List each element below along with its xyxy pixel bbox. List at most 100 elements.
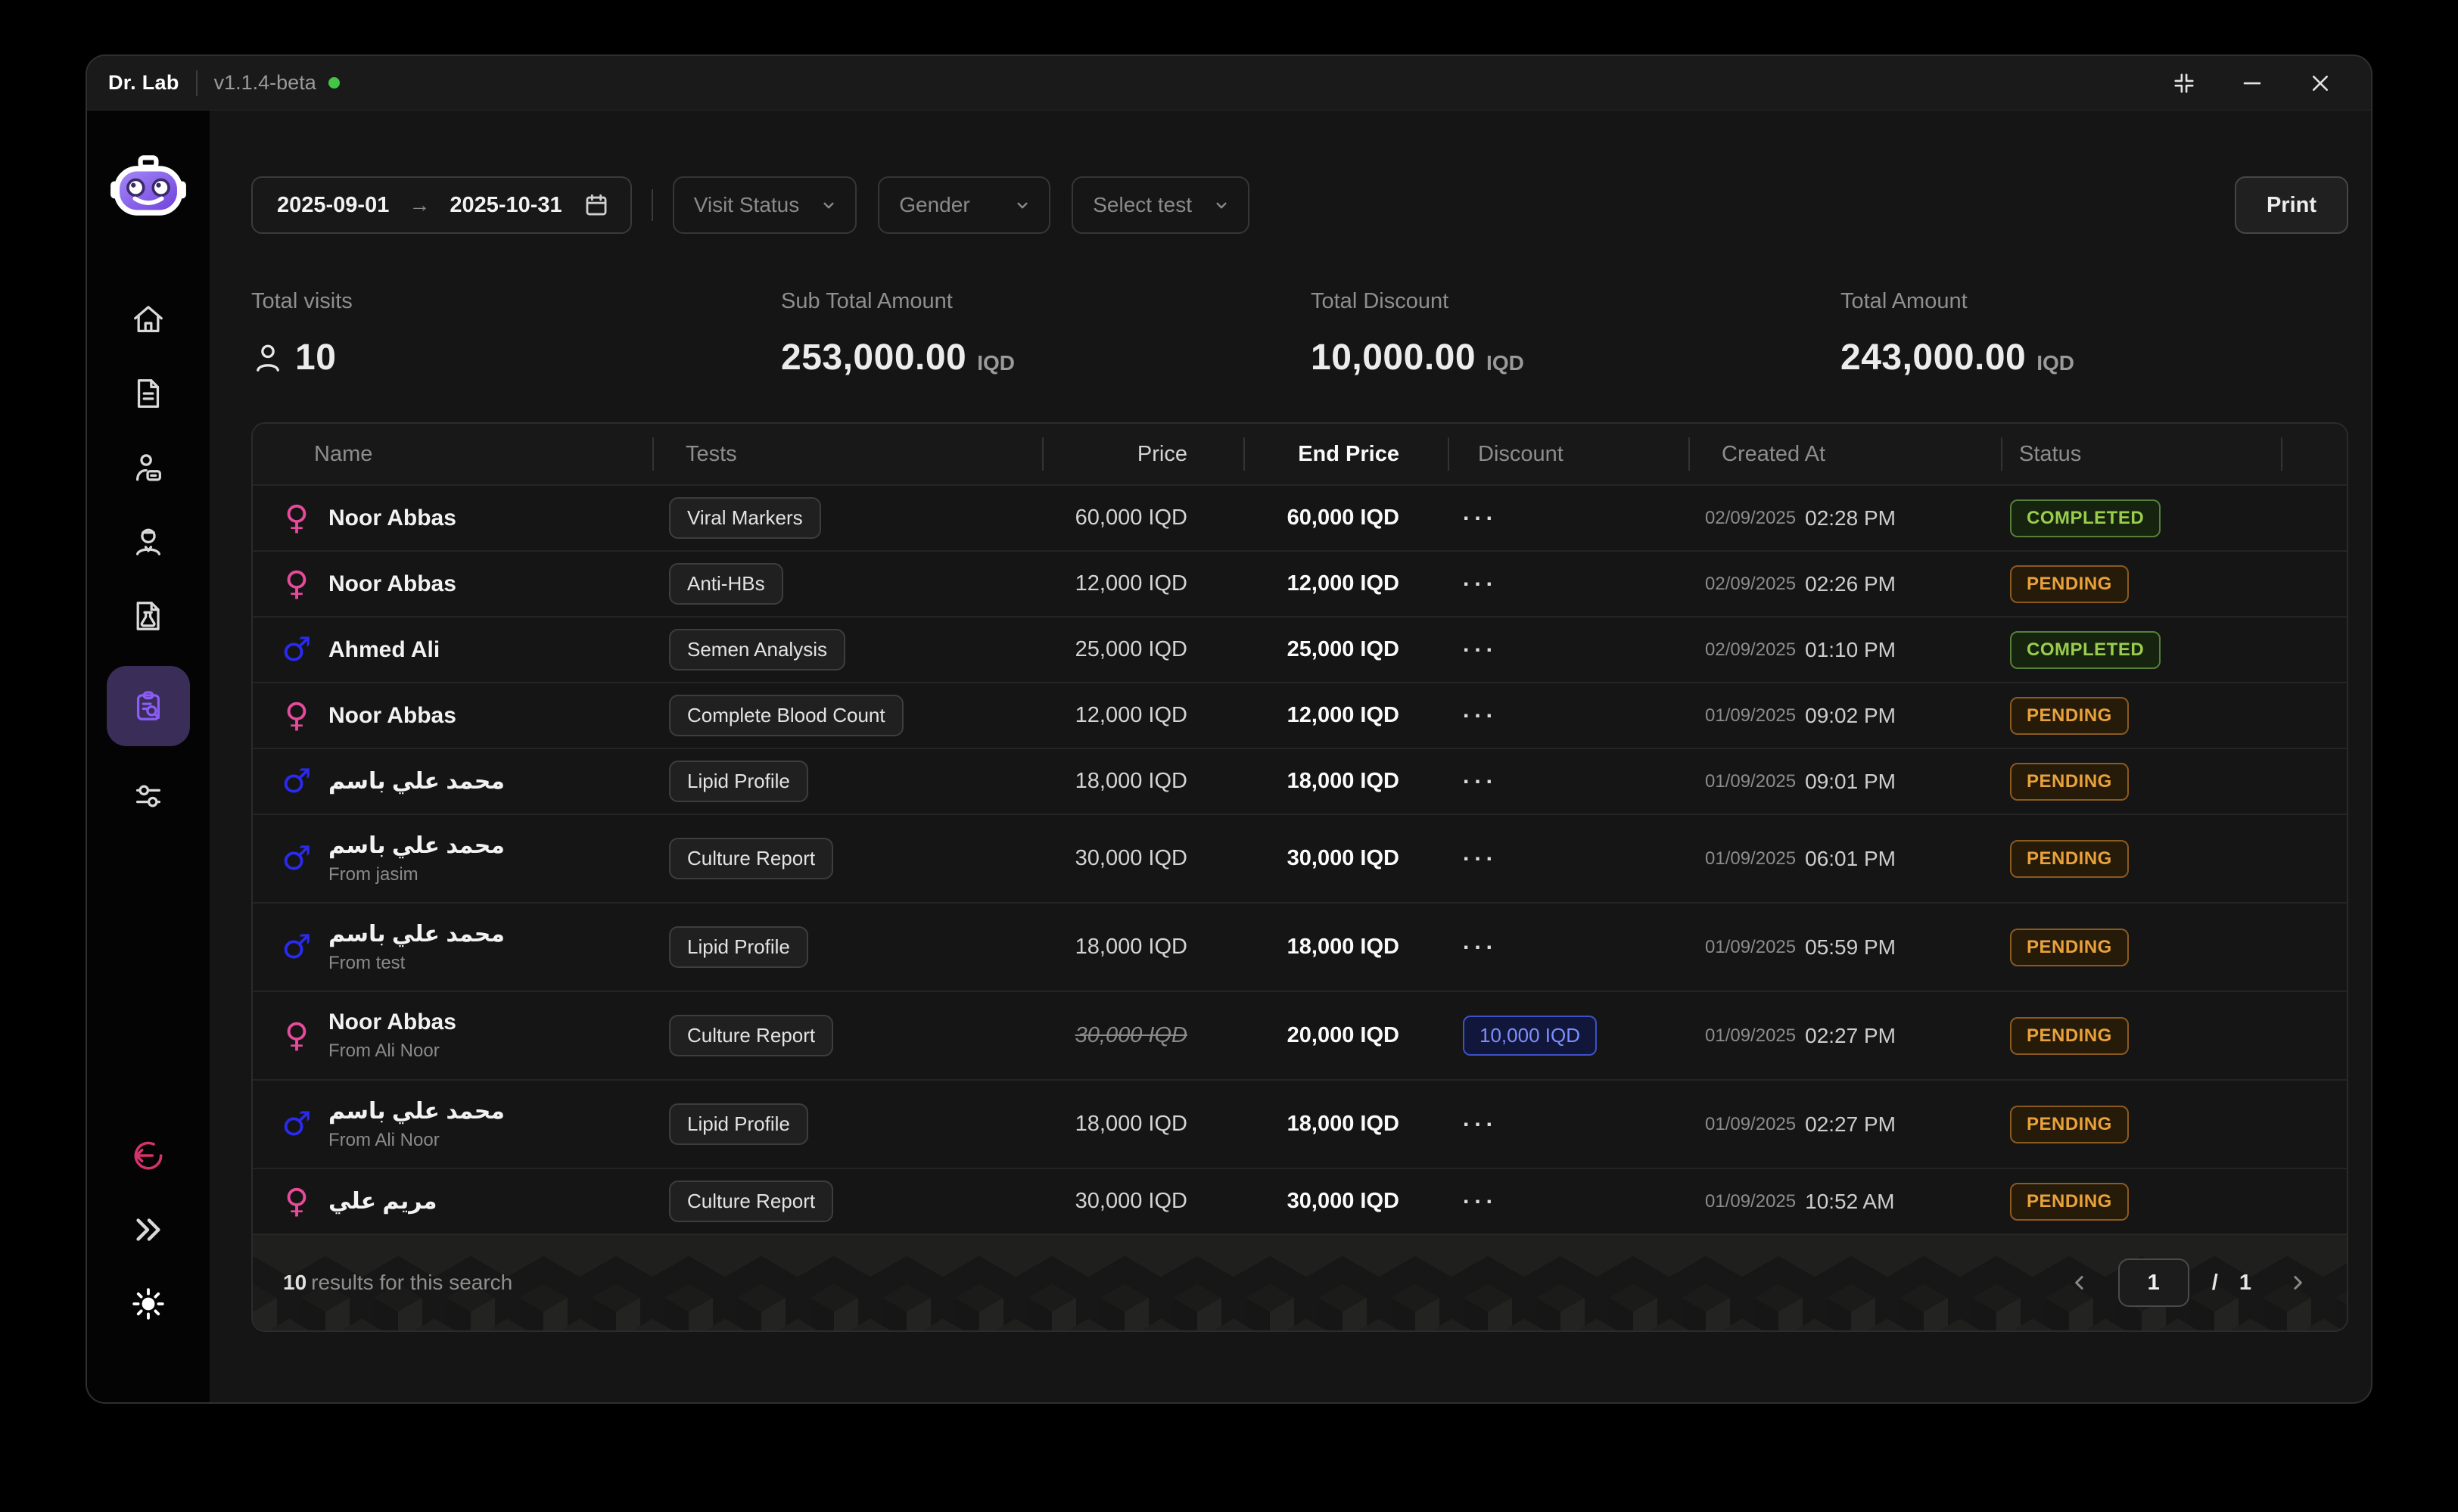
sidebar-item-patients[interactable]	[124, 443, 173, 492]
sidebar-item-home[interactable]	[124, 295, 173, 344]
created-time: 10:52 AM	[1805, 1189, 1895, 1213]
col-tests: Tests	[686, 441, 737, 466]
discount-value: ...	[1463, 499, 1498, 525]
stat-unit: IQD	[977, 351, 1016, 375]
restore-icon	[2174, 73, 2194, 93]
titlebar-divider	[195, 70, 198, 96]
table-row[interactable]: ♀ Noor Abbas From Ali Noor Culture Repor…	[253, 991, 2347, 1079]
created-time: 05:59 PM	[1805, 935, 1896, 959]
stat-label: Sub Total Amount	[781, 289, 953, 313]
sidebar-logout-button[interactable]	[124, 1131, 173, 1180]
status-badge: PENDING	[2010, 1016, 2129, 1055]
test-select[interactable]: Select test	[1072, 176, 1249, 234]
price-value: 30,000 IQD	[1075, 846, 1187, 870]
table-row[interactable]: ♂ محمد علي باسم From Ali Noor Lipid Prof…	[253, 1079, 2347, 1168]
sidebar-expand-button[interactable]	[124, 1206, 173, 1254]
gender-select[interactable]: Gender	[878, 176, 1051, 234]
window-close-button[interactable]	[2303, 66, 2338, 101]
table-row[interactable]: ♀ Noor Abbas Anti-HBs 12,000 IQD 12,000 …	[253, 550, 2347, 616]
doctor-icon	[135, 528, 161, 555]
male-icon: ♂	[282, 1104, 312, 1143]
discount-value: ...	[1463, 763, 1498, 789]
patient-name: محمد علي باسم	[328, 921, 505, 947]
patient-name: Noor Abbas	[328, 505, 456, 530]
window-restore-button[interactable]	[2167, 66, 2201, 101]
end-price-value: 12,000 IQD	[1287, 571, 1399, 596]
created-time: 02:26 PM	[1805, 571, 1896, 596]
sidebar-item-lab-tests[interactable]	[124, 592, 173, 640]
col-status: Status	[2019, 441, 2082, 466]
online-status-dot	[328, 77, 340, 89]
patient-subtitle: From jasim	[328, 863, 418, 885]
test-badge: Anti-HBs	[669, 563, 783, 605]
print-button[interactable]: Print	[2234, 176, 2348, 234]
chevron-left-icon	[2074, 1276, 2083, 1290]
status-badge: PENDING	[2010, 696, 2129, 735]
table-row[interactable]: ♀ مريم علي Culture Report 30,000 IQD 30,…	[253, 1168, 2347, 1234]
female-icon: ♀	[284, 695, 310, 735]
sidebar-item-settings[interactable]	[124, 772, 173, 820]
end-price-value: 12,000 IQD	[1287, 703, 1399, 727]
date-from-value[interactable]: 2025-09-01	[272, 193, 394, 218]
discount-value: ...	[1463, 1183, 1498, 1209]
stat-discount: Total Discount 10,000.00 IQD	[1311, 289, 1840, 378]
calendar-button[interactable]	[582, 191, 611, 219]
table-row[interactable]: ♀ Noor Abbas Viral Markers 60,000 IQD 60…	[253, 484, 2347, 550]
price-value: 18,000 IQD	[1075, 769, 1187, 793]
sidebar-item-visits-active[interactable]	[107, 666, 190, 746]
status-badge: COMPLETED	[2010, 499, 2161, 537]
created-date: 02/09/2025	[1705, 573, 1797, 594]
table-row[interactable]: ♂ محمد علي باسم Lipid Profile 18,000 IQD…	[253, 748, 2347, 814]
next-page-button[interactable]	[2282, 1267, 2313, 1299]
prev-page-button[interactable]	[2064, 1267, 2096, 1299]
end-price-value: 18,000 IQD	[1287, 935, 1399, 959]
patient-subtitle: From test	[328, 952, 406, 973]
clipboard-search-icon	[136, 691, 160, 720]
visit-status-select[interactable]: Visit Status	[672, 176, 857, 234]
chevron-down-icon	[1216, 202, 1227, 209]
discount-value: ...	[1463, 697, 1498, 723]
visit-status-placeholder: Visit Status	[693, 193, 800, 216]
table-row[interactable]: ♀ Noor Abbas Complete Blood Count 12,000…	[253, 682, 2347, 748]
test-badge: Culture Report	[669, 1015, 834, 1056]
current-page-box[interactable]: 1	[2117, 1258, 2189, 1307]
patient-card-icon	[135, 454, 161, 481]
created-time: 02:27 PM	[1805, 1023, 1896, 1047]
table-row[interactable]: ♂ Ahmed Ali Semen Analysis 25,000 IQD 25…	[253, 616, 2347, 682]
sidebar	[87, 110, 210, 1402]
chevrons-right-icon	[136, 1218, 160, 1241]
date-range-picker[interactable]: 2025-09-01 → 2025-10-31	[251, 176, 632, 234]
female-icon: ♀	[284, 564, 310, 603]
stat-total-amount: Total Amount 243,000.00 IQD	[1840, 289, 2348, 378]
created-time: 02:28 PM	[1805, 506, 1896, 530]
price-value: 18,000 IQD	[1075, 935, 1187, 959]
main-content: 2025-09-01 → 2025-10-31 Visit Status Gen…	[210, 110, 2371, 1402]
results-summary: 10 results for this search	[283, 1271, 512, 1295]
calendar-icon	[586, 194, 607, 216]
end-price-value: 25,000 IQD	[1287, 637, 1399, 661]
patient-name: Ahmed Ali	[328, 636, 440, 662]
sidebar-theme-toggle[interactable]	[124, 1280, 173, 1328]
stat-unit: IQD	[1486, 351, 1524, 375]
status-badge: PENDING	[2010, 1105, 2129, 1143]
chevron-down-icon	[823, 202, 834, 209]
date-to-value[interactable]: 2025-10-31	[445, 193, 566, 218]
table-row[interactable]: ♂ محمد علي باسم From jasim Culture Repor…	[253, 814, 2347, 902]
sliders-icon	[135, 785, 161, 807]
end-price-value: 18,000 IQD	[1287, 769, 1399, 793]
window-minimize-button[interactable]	[2235, 66, 2270, 101]
col-price: Price	[1137, 441, 1187, 466]
sidebar-item-doctors[interactable]	[124, 518, 173, 566]
created-date: 01/09/2025	[1705, 1025, 1797, 1046]
test-badge: Culture Report	[669, 838, 834, 879]
titlebar: Dr. Lab v1.1.4-beta	[87, 56, 2371, 110]
stat-unit: IQD	[2036, 351, 2075, 375]
sidebar-item-reports[interactable]	[124, 369, 173, 418]
stat-label: Total visits	[251, 289, 353, 313]
table-row[interactable]: ♂ محمد علي باسم From test Lipid Profile …	[253, 902, 2347, 991]
price-value: 30,000 IQD	[1075, 1023, 1187, 1047]
created-date: 01/09/2025	[1705, 770, 1797, 792]
male-icon: ♂	[282, 630, 312, 669]
gender-placeholder: Gender	[899, 193, 970, 216]
price-value: 25,000 IQD	[1075, 637, 1187, 661]
